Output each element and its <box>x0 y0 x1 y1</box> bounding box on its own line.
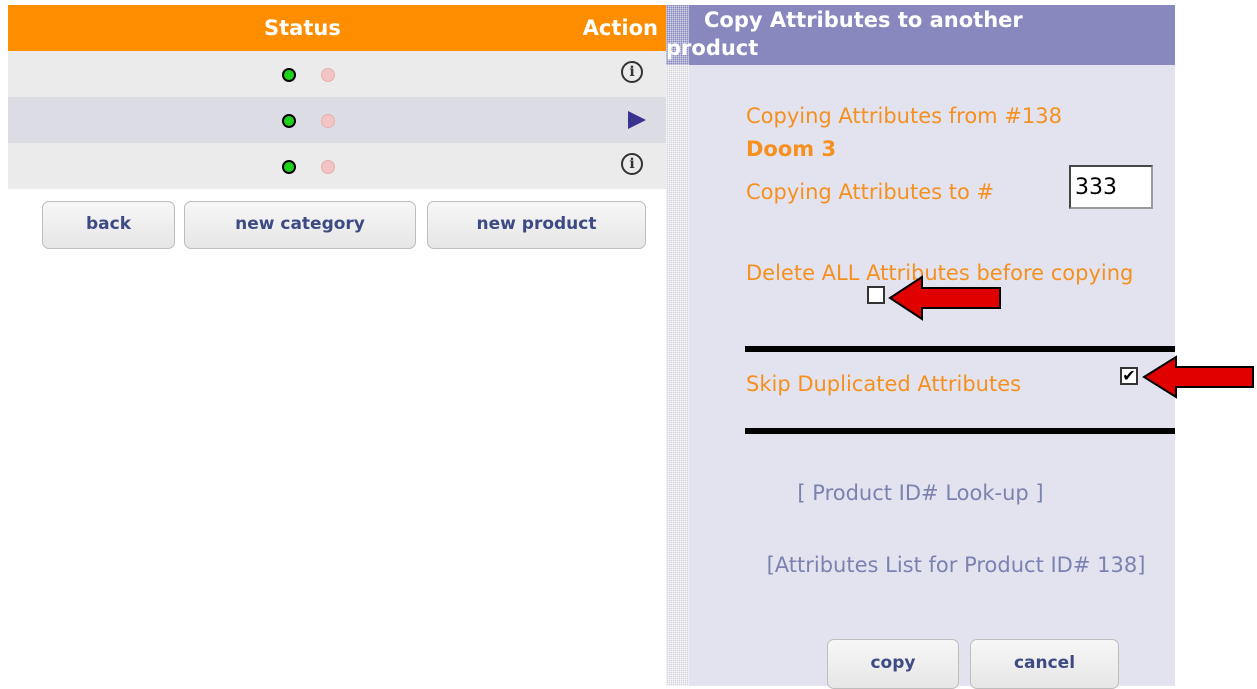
panel-header: Copy Attributes to another product <box>666 5 1175 65</box>
status-inactive-icon[interactable] <box>321 160 335 174</box>
red-arrow-icon <box>888 275 1001 321</box>
status-column-header: Status <box>264 16 341 40</box>
copying-to-label: Copying Attributes to # <box>746 180 995 204</box>
new-category-button[interactable]: new category <box>184 201 416 249</box>
status-active-icon[interactable] <box>282 160 296 174</box>
red-arrow-icon <box>1142 355 1254 399</box>
table-row <box>8 97 666 143</box>
divider <box>745 428 1175 434</box>
copy-to-product-id-input[interactable] <box>1069 165 1153 209</box>
status-inactive-icon[interactable] <box>321 114 335 128</box>
skip-duplicated-checkbox[interactable]: ✔ <box>1120 367 1138 385</box>
info-icon[interactable]: i <box>621 153 643 175</box>
cancel-button[interactable]: cancel <box>970 639 1119 689</box>
info-icon[interactable]: i <box>621 61 643 83</box>
product-id-lookup-link[interactable]: [ Product ID# Look-up ] <box>666 481 1175 505</box>
divider <box>745 346 1175 352</box>
status-active-icon[interactable] <box>282 114 296 128</box>
copying-from-label: Copying Attributes from #138 <box>746 104 1062 128</box>
panel-stripe <box>666 5 689 686</box>
skip-duplicated-label: Skip Duplicated Attributes <box>746 372 1022 396</box>
panel-title: Copy Attributes to another product <box>666 8 1023 60</box>
play-icon[interactable] <box>628 111 646 129</box>
new-product-button[interactable]: new product <box>427 201 646 249</box>
product-list-header: Status Action <box>8 5 666 51</box>
back-button[interactable]: back <box>42 201 175 249</box>
copy-button[interactable]: copy <box>827 639 959 689</box>
status-inactive-icon[interactable] <box>321 68 335 82</box>
delete-all-checkbox[interactable] <box>867 286 885 304</box>
status-active-icon[interactable] <box>282 68 296 82</box>
product-name: Doom 3 <box>746 137 837 161</box>
table-row: i <box>8 51 666 97</box>
table-row: i <box>8 143 666 189</box>
attributes-list-link[interactable]: [Attributes List for Product ID# 138] <box>746 549 1166 581</box>
action-column-header: Action <box>582 16 658 40</box>
